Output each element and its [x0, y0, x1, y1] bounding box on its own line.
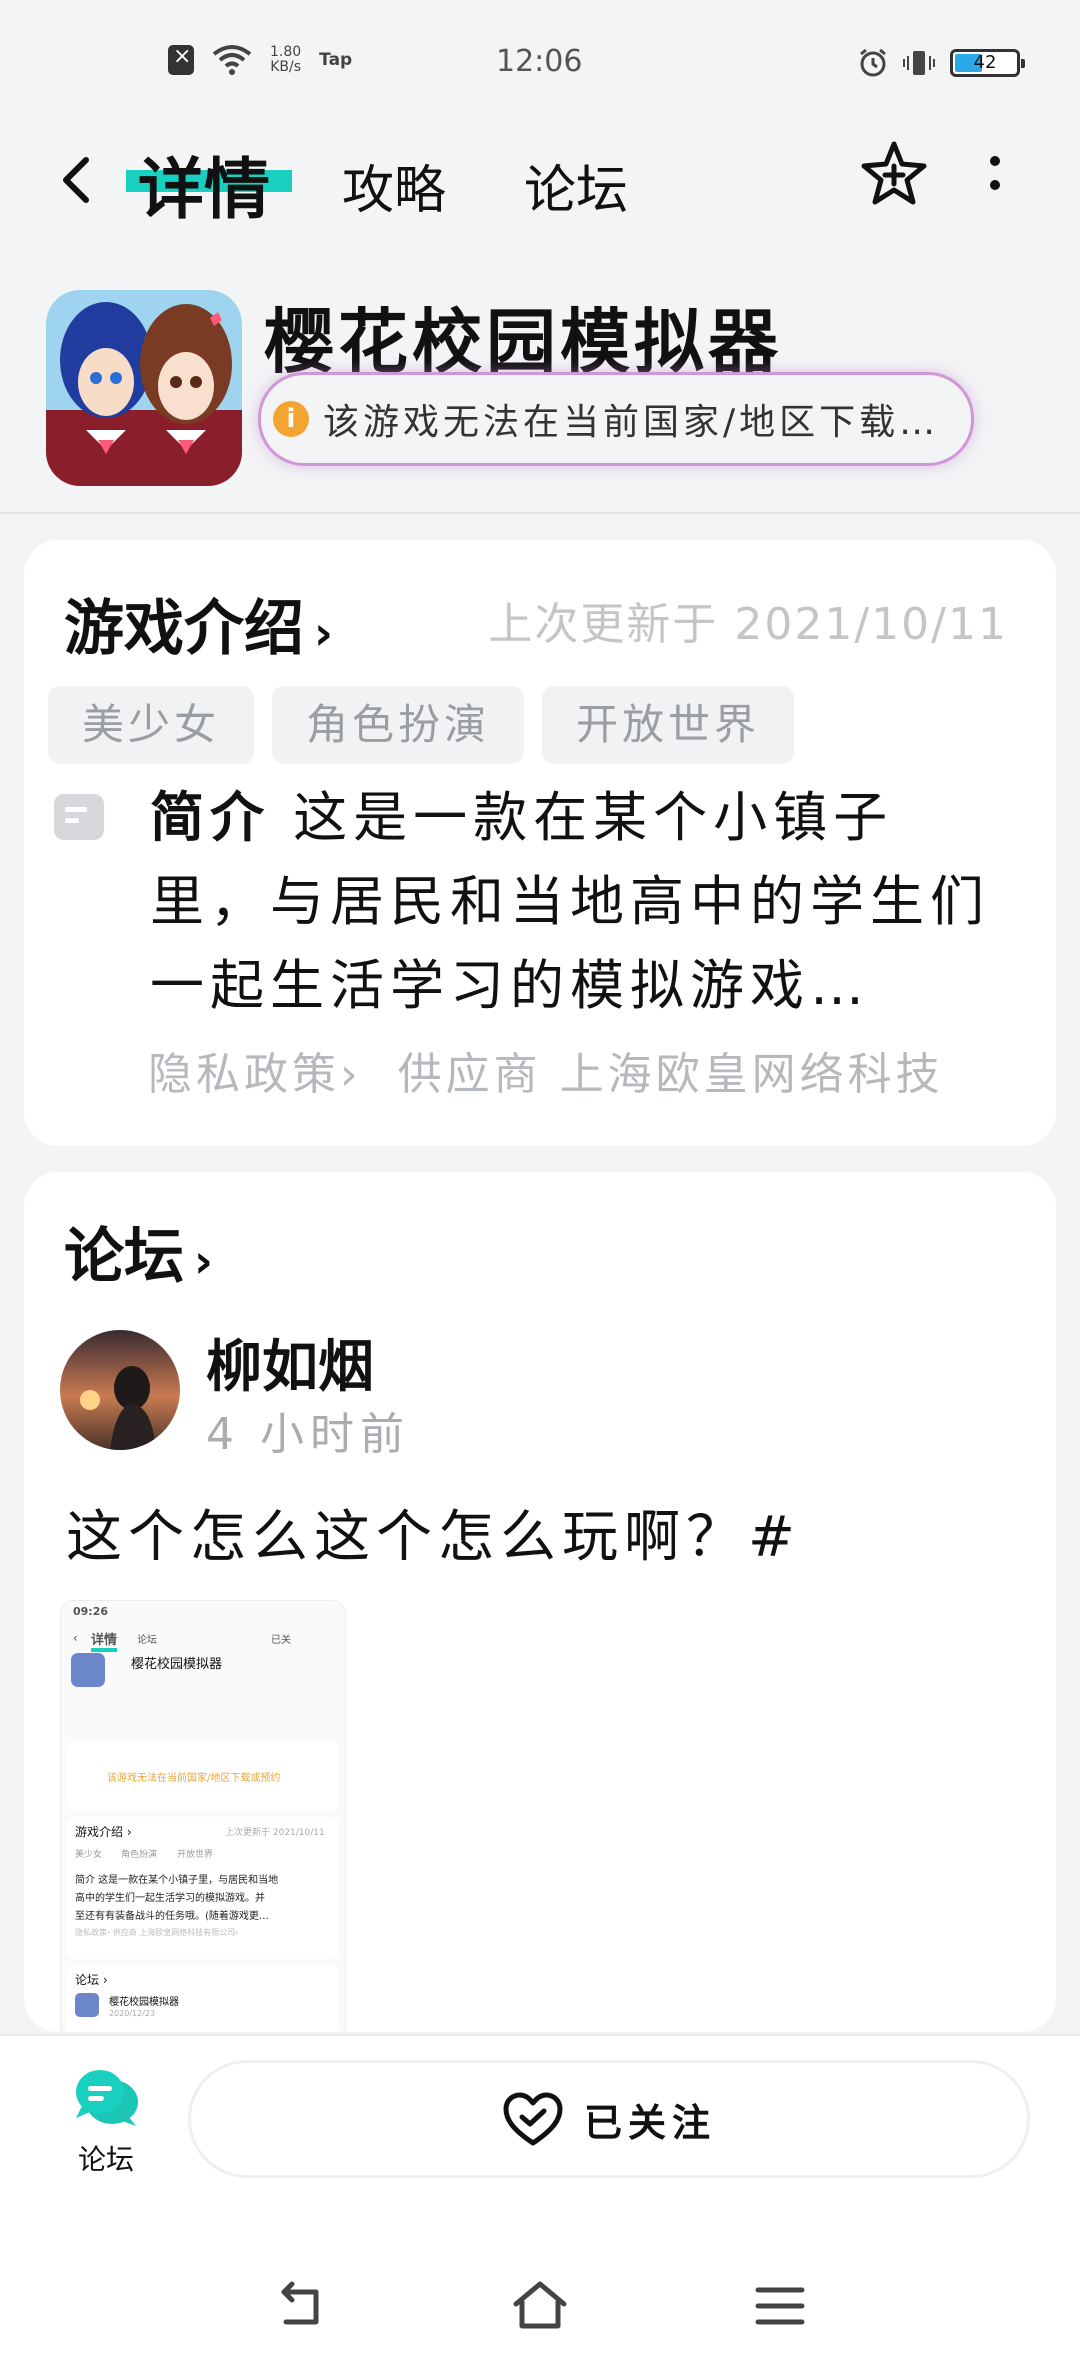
vibrate-icon [903, 51, 935, 75]
thumb-back-icon: ‹ [73, 1631, 78, 1645]
battery-icon: 42 [950, 49, 1025, 77]
nav-menu-icon[interactable] [750, 2276, 810, 2336]
thumb-tab-forum: 论坛 [137, 1635, 157, 1646]
system-nav-bar [0, 2250, 1080, 2376]
more-vertical-icon[interactable] [980, 150, 1010, 210]
thumb-forum-title: 论坛 › [75, 1973, 108, 1987]
back-arrow-icon[interactable] [56, 152, 116, 212]
thumb-game-title: 樱花校园模拟器 [131, 1657, 223, 1672]
region-notice[interactable]: i 该游戏无法在当前国家/地区下载… [258, 372, 974, 466]
post-text[interactable]: 这个怎么这个怎么玩啊？# [66, 1492, 801, 1573]
thumb-game-icon [71, 1653, 105, 1687]
net-speed: 1.80 KB/s [270, 45, 301, 75]
thumb-meta: 隐私政策› 供应商 上海欧皇网络科技有限公司› [75, 1928, 239, 1937]
tap-indicator: Tap [319, 50, 353, 70]
nav-back-icon[interactable] [270, 2276, 330, 2336]
forum-tab-label: 论坛 [77, 2143, 134, 2176]
followed-label: 已关注 [583, 2100, 716, 2145]
thumb-forum-avatar [75, 1993, 99, 2017]
alarm-icon [860, 48, 886, 77]
nav-home-icon[interactable] [510, 2276, 570, 2336]
post-time: 4 小时前 [206, 1409, 410, 1460]
game-description[interactable]: 简介 这是一款在某个小镇子里，与居民和当地高中的学生们一起生活学习的模拟游戏… [150, 776, 1010, 1028]
thumb-forum-game: 樱花校园模拟器 [109, 1997, 179, 2008]
tag-item[interactable]: 美少女 [48, 686, 255, 764]
forum-card: 论坛 › 柳如烟 4 小时前 这个怎么这个怎么玩啊？# 09:26 ‹ 详情 论坛… [24, 1172, 1056, 2032]
description-meta: 隐私政策› 供应商 上海欧皇网络科技 [148, 1038, 1058, 1102]
description-text: 这是一款在某个小镇子里，与居民和当地高中的学生们一起生活学习的模拟游戏… [150, 786, 990, 1017]
post-username[interactable]: 柳如烟 [206, 1322, 374, 1403]
notification-icon [168, 44, 194, 75]
intro-section-header[interactable]: 游戏介绍 › [64, 580, 333, 667]
thumb-tag: 角色扮演 [121, 1850, 158, 1860]
tab-details[interactable]: 详情 [138, 136, 270, 232]
provider-text[interactable]: 供应商 上海欧皇网络科技 [398, 1049, 944, 1100]
status-right: 42 [858, 48, 1025, 78]
post-screenshot-thumbnail[interactable]: 09:26 ‹ 详情 论坛 已关 樱花校园模拟器 该游戏无法在当前国家/地区下载… [60, 1600, 346, 2032]
chevron-right-icon: › [314, 606, 333, 660]
region-notice-text: 该游戏无法在当前国家/地区下载… [323, 402, 940, 443]
game-icon [46, 290, 242, 486]
thumb-forum-date: 2020/12/23 [109, 2009, 156, 2018]
top-nav: 详情 攻略 论坛 [0, 130, 1080, 250]
thumb-time: 09:26 [73, 1605, 109, 1618]
game-intro-card: 游戏介绍 › 上次更新于 2021/10/11 美少女 角色扮演 开放世界 简介 … [24, 540, 1056, 1146]
forum-tab-button[interactable]: 论坛 [56, 2066, 156, 2178]
status-bar: 1.80 KB/s Tap 12:06 42 [0, 0, 1080, 130]
game-header: 樱花校园模拟器 i 该游戏无法在当前国家/地区下载… [0, 280, 1080, 514]
heart-check-icon [503, 2092, 563, 2146]
thumb-tag: 开放世界 [177, 1850, 214, 1860]
tag-item[interactable]: 开放世界 [542, 686, 795, 764]
tag-item[interactable]: 角色扮演 [272, 686, 525, 764]
intro-section-title: 游戏介绍 [64, 594, 304, 664]
thumb-followed: 已关 [271, 1635, 291, 1646]
thumb-forum-box [67, 1965, 339, 2032]
net-speed-unit: KB/s [270, 59, 301, 75]
tab-forum[interactable]: 论坛 [524, 148, 628, 223]
star-plus-icon[interactable] [858, 138, 930, 210]
privacy-policy-link[interactable]: 隐私政策› [148, 1049, 362, 1100]
thumb-tab-details: 详情 [91, 1629, 118, 1652]
followed-button[interactable]: 已关注 [188, 2060, 1030, 2178]
tab-guides[interactable]: 攻略 [342, 148, 446, 223]
thumb-desc-line: 高中的学生们一起生活学习的模拟游戏。并 [75, 1893, 265, 1904]
update-date: 上次更新于 2021/10/11 [488, 599, 1008, 650]
thumb-intro-title: 游戏介绍 › [75, 1825, 132, 1839]
wifi-icon [212, 45, 252, 75]
tag-list: 美少女 角色扮演 开放世界 [48, 686, 795, 764]
clock: 12:06 [496, 44, 583, 79]
thumb-tag: 美少女 [75, 1850, 103, 1860]
description-label: 简介 [150, 786, 270, 849]
thumb-updated: 上次更新于 2021/10/11 [225, 1828, 325, 1838]
info-icon: i [273, 401, 309, 437]
description-icon [54, 794, 104, 840]
forum-section-title: 论坛 [64, 1222, 184, 1292]
chevron-right-icon: › [194, 1234, 213, 1288]
thumb-desc-line: 简介 这是一款在某个小镇子里，与居民和当地 [75, 1875, 279, 1886]
thumb-notice: 该游戏无法在当前国家/地区下载或预约 [107, 1773, 281, 1784]
status-left: 1.80 KB/s Tap [168, 44, 352, 76]
battery-level: 42 [973, 52, 997, 73]
net-speed-value: 1.80 [270, 44, 302, 60]
chat-bubble-icon [76, 2070, 138, 2126]
forum-section-header[interactable]: 论坛 › [64, 1208, 213, 1295]
avatar[interactable] [60, 1330, 180, 1450]
thumb-desc-line: 至还有有装备战斗的任务哦。(随着游戏更… [75, 1911, 269, 1922]
